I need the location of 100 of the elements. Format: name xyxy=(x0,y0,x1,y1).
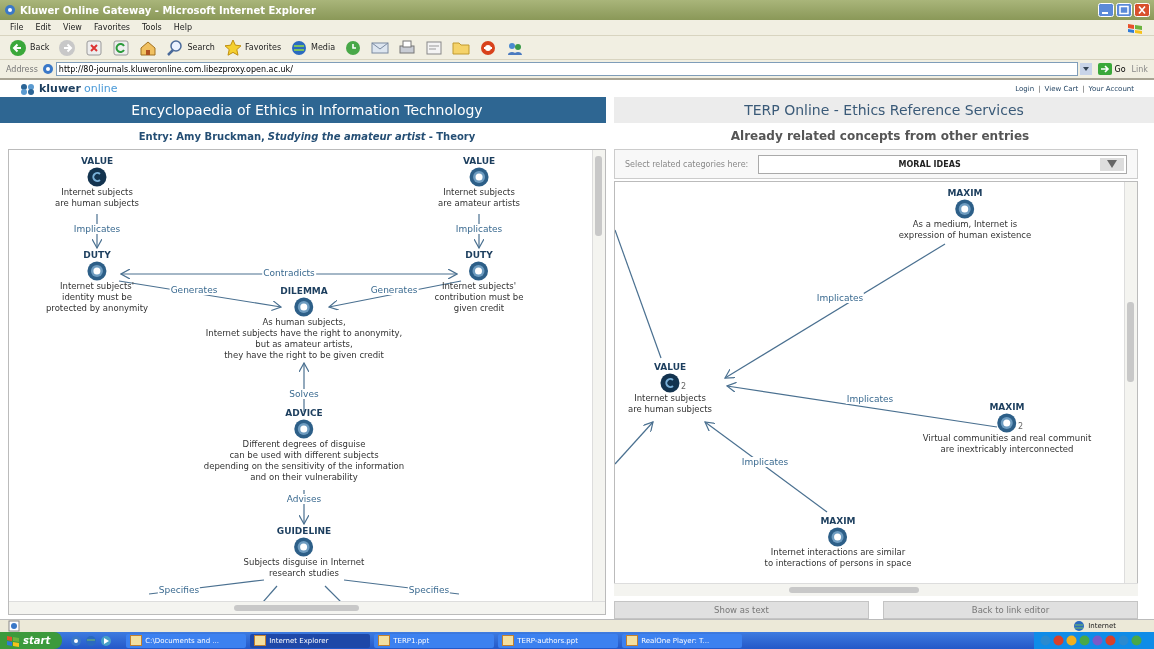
concept-category: DILEMMA xyxy=(280,286,328,297)
window-title: Kluwer Online Gateway - Microsoft Internet Explorer xyxy=(20,4,317,16)
document-icon xyxy=(425,38,444,57)
edge-label: Generates xyxy=(369,285,419,295)
concept-text: Different degrees of disguise can be used with different subjects depending on the sensitivity of the information and on their vulnerability xyxy=(203,439,405,483)
address-label: Address xyxy=(6,64,38,74)
window-icon xyxy=(502,635,515,646)
browser-icon xyxy=(4,4,16,16)
connector-arrow xyxy=(615,421,654,465)
browser-icon xyxy=(479,38,498,57)
concept-text: Subjects disguise in Internet research studies xyxy=(243,557,365,579)
concept-text: Internet subjects are human subjects xyxy=(628,393,712,415)
go-button[interactable]: Go xyxy=(1095,63,1128,75)
concept-category: MAXIM xyxy=(989,402,1025,413)
edge-label: Generates xyxy=(169,285,219,295)
entry-title: Entry: Amy Bruckman, Studying the amateur artist - Theory xyxy=(137,129,477,144)
window-icon xyxy=(130,635,143,646)
menu-item[interactable]: Edit xyxy=(35,23,51,32)
concept-category: VALUE xyxy=(80,156,114,167)
menu-item[interactable]: View xyxy=(62,23,82,32)
concept-text: Internet subjects are amateur artists xyxy=(438,187,520,209)
menu-item[interactable]: Tools xyxy=(142,23,162,32)
media-icon xyxy=(100,634,113,647)
search-button[interactable]: Search xyxy=(163,37,218,58)
favorites-button[interactable]: Favorites xyxy=(220,37,285,58)
concept-text: Virtual communities and real communit are inextricably interconnected xyxy=(922,433,1092,455)
globe-icon xyxy=(290,38,309,57)
concept-text: Internet interactions are similar to interactions of persons in space xyxy=(764,547,912,569)
tray-icon xyxy=(1053,635,1064,646)
page-icon xyxy=(41,63,54,75)
category-label: Select related categories here: xyxy=(625,159,749,169)
count-label: 2 xyxy=(681,382,687,391)
edge-label: Contradicts xyxy=(262,268,316,278)
horizontal-scrollbar[interactable] xyxy=(614,583,1138,596)
section-header: Encyclopaedia of Ethics in Information Technology xyxy=(0,97,606,123)
star-icon xyxy=(223,38,242,57)
concept-text: As a medium, Internet is expression of human existence xyxy=(898,219,1032,241)
vertical-scrollbar[interactable] xyxy=(592,150,605,601)
panel-button[interactable]: Back to link editor xyxy=(883,601,1138,619)
go-arrow-icon xyxy=(1097,63,1112,75)
panel-button[interactable]: Show as text xyxy=(614,601,869,619)
section-header: TERP Online - Ethics Reference Services xyxy=(614,97,1154,123)
edge-label: Implicates xyxy=(454,224,504,234)
dropdown-arrow-icon xyxy=(1106,159,1118,169)
concept-category: GUIDELINE xyxy=(276,526,332,537)
media-button[interactable]: Media xyxy=(287,37,339,58)
tray-icon xyxy=(1079,635,1090,646)
vertical-scrollbar[interactable] xyxy=(1124,182,1137,583)
tray-icon xyxy=(1105,635,1116,646)
tray-icon xyxy=(1040,635,1051,646)
scrollbar-thumb[interactable] xyxy=(789,587,919,593)
section-subtitle: Already related concepts from other entries xyxy=(729,128,1031,145)
start-button[interactable]: start xyxy=(0,632,63,649)
menu-item[interactable]: Help xyxy=(173,23,192,32)
globe-icon xyxy=(1073,620,1086,632)
menu-item[interactable]: Favorites xyxy=(93,23,130,32)
edge-label: Advises xyxy=(285,494,323,504)
concept-category: VALUE xyxy=(462,156,496,167)
window-icon xyxy=(254,635,267,646)
scrollbar-thumb[interactable] xyxy=(234,605,359,611)
concept-category: ADVICE xyxy=(285,408,323,419)
menu-item[interactable]: File xyxy=(10,23,24,32)
maximize-icon xyxy=(1116,3,1132,17)
category-dropdown[interactable]: MORAL IDEAS xyxy=(758,154,1127,174)
concept-category: MAXIM xyxy=(947,188,983,199)
concept-text: As human subjects, Internet subjects have the right to anonymity, but as amateur artists, they have the right to be given credit xyxy=(205,317,403,361)
concept-category: DUTY xyxy=(83,250,111,261)
concept-category: VALUE xyxy=(653,362,687,373)
globe-icon xyxy=(85,634,98,647)
scrollbar-thumb[interactable] xyxy=(1127,302,1134,382)
close-icon xyxy=(1134,3,1150,17)
browser-icon xyxy=(70,634,83,647)
horizontal-scrollbar[interactable] xyxy=(9,601,605,614)
scrollbar-thumb[interactable] xyxy=(595,156,602,236)
minimize-icon xyxy=(1098,3,1114,17)
concept-text: Internet subjects are human subjects xyxy=(55,187,139,209)
address-field[interactable]: http://80-journals.kluweronline.com.libezproxy.open.ac.uk/ xyxy=(55,62,1078,76)
logo-text: online xyxy=(83,82,118,95)
clock-icon xyxy=(344,38,363,57)
count-label: 2 xyxy=(1018,422,1024,431)
logo-text: kluwer xyxy=(39,82,81,95)
edge-label: Solves xyxy=(288,389,320,399)
window-icon xyxy=(626,635,639,646)
edge-label: Implicates xyxy=(815,293,865,303)
printer-icon xyxy=(398,38,417,57)
concept-text: Internet subjects' contribution must be given credit xyxy=(434,281,524,314)
edge-label: Implicates xyxy=(72,224,122,234)
search-icon xyxy=(166,38,185,57)
edge-label: Implicates xyxy=(845,394,895,404)
concept-text: Internet subjects' identity must be protected by anonymity xyxy=(45,281,149,314)
concept-category: MAXIM xyxy=(820,516,856,527)
concept-category: DUTY xyxy=(465,250,493,261)
logo-icon xyxy=(20,82,36,95)
tray-icon xyxy=(1066,635,1077,646)
window-icon xyxy=(378,635,391,646)
edge-label: Implicates xyxy=(740,457,790,467)
back-button[interactable]: Back xyxy=(6,37,53,58)
tray-icon xyxy=(1092,635,1103,646)
tray-icon xyxy=(1131,635,1142,646)
edge-label: Specifies xyxy=(157,585,201,595)
